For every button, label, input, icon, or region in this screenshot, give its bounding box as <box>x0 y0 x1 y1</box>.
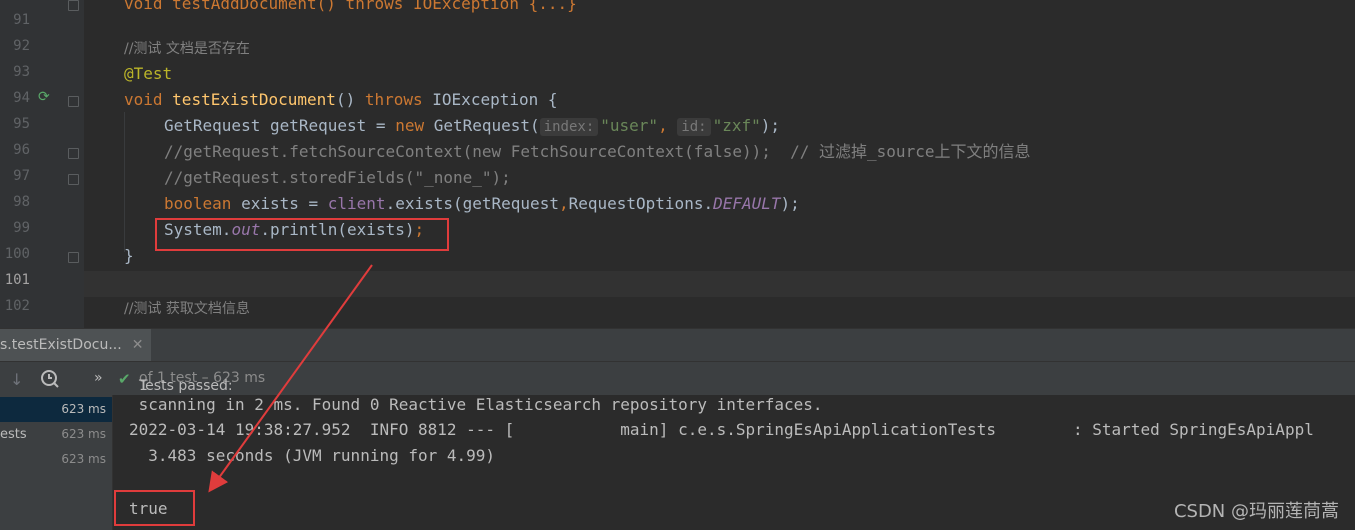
param-hint: index: <box>539 118 599 136</box>
line-number: 97 <box>13 168 30 184</box>
code-comment: //getRequest.fetchSourceContext(new Fetc… <box>164 142 1031 161</box>
fold-marker-icon[interactable] <box>68 174 79 185</box>
line-number: 93 <box>13 64 30 80</box>
line-number: 102 <box>4 298 30 314</box>
code-static-field: DEFAULT <box>713 194 781 213</box>
check-icon: ✔ <box>118 370 131 388</box>
code-token: } <box>124 246 134 265</box>
code-line-100: } <box>124 243 134 269</box>
code-token: , <box>558 194 569 213</box>
code-comment: //测试 文档是否存在 <box>124 41 250 57</box>
console-line: 2022-03-14 19:38:27.952 INFO 8812 --- [ … <box>129 420 1314 439</box>
run-toolbar: ↓ » ✔ Tests passed: 1 of 1 test – 623 ms <box>0 361 1355 396</box>
watermark: CSDN @玛丽莲茼蒿 <box>1173 501 1339 522</box>
code-token: RequestOptions. <box>568 194 714 213</box>
code-line-94: void testExistDocument() throws IOExcept… <box>124 87 558 113</box>
fold-marker-icon[interactable] <box>68 0 79 11</box>
code-line-102: //测试 获取文档信息 <box>124 295 250 321</box>
line-number: 98 <box>13 194 30 210</box>
line-number: 101 <box>4 272 30 288</box>
line-number: 92 <box>13 38 30 54</box>
code-token: void <box>124 90 163 109</box>
console-output[interactable]: scanning in 2 ms. Found 0 Reactive Elast… <box>112 395 1355 530</box>
line-number: 94 <box>13 90 30 106</box>
code-comment: //测试 获取文档信息 <box>124 301 250 317</box>
fold-marker-icon[interactable] <box>68 148 79 159</box>
code-line-93: @Test <box>124 61 172 87</box>
param-hint: id: <box>677 118 711 136</box>
code-token: , <box>658 116 678 135</box>
console-line: 3.483 seconds (JVM running for 4.99) <box>129 446 496 465</box>
code-comment: //getRequest.storedFields("_none_"); <box>164 168 511 187</box>
code-token: GetRequest getRequest = <box>164 116 396 135</box>
test-tree-row[interactable]: ests 623 ms <box>0 422 112 447</box>
code-token: boolean <box>164 194 232 213</box>
line-number: 96 <box>13 142 30 158</box>
test-tree-row[interactable]: 623 ms <box>0 397 112 422</box>
test-tree[interactable]: 623 ms ests 623 ms 623 ms <box>0 395 112 530</box>
code-token: .exists(getRequest <box>385 194 559 213</box>
code-line-90: void testAddDocument() throws IOExceptio… <box>124 0 577 17</box>
test-tree-label: ests <box>0 427 27 442</box>
code-string: "zxf" <box>712 116 761 135</box>
tests-passed-status: Tests passed: 1 of 1 test – 623 ms <box>139 370 265 394</box>
code-token: exists = <box>231 194 328 213</box>
code-token: new <box>395 116 425 135</box>
code-line-96: //getRequest.fetchSourceContext(new Fetc… <box>164 139 1030 165</box>
code-line-98: boolean exists = client.exists(getReques… <box>164 191 800 217</box>
code-line-95: GetRequest getRequest = new GetRequest(i… <box>164 113 780 139</box>
highlight-box-println <box>155 218 449 251</box>
expand-more-icon[interactable]: » <box>94 370 103 386</box>
line-number: 91 <box>13 12 30 28</box>
code-token: throws <box>364 90 423 109</box>
highlight-box-result <box>114 490 195 526</box>
code-line-97: //getRequest.storedFields("_none_"); <box>164 165 511 191</box>
test-tree-row[interactable]: 623 ms <box>0 447 112 472</box>
editor-gutter: 91 92 93 94 95 96 97 98 99 100 101 102 ⟳ <box>0 0 84 328</box>
line-number: 99 <box>13 220 30 236</box>
history-clock-icon[interactable] <box>40 369 60 393</box>
run-test-icon[interactable]: ⟳ <box>38 89 50 105</box>
console-line: scanning in 2 ms. Found 0 Reactive Elast… <box>129 395 823 414</box>
code-token: () <box>335 90 356 109</box>
line-number: 95 <box>13 116 30 132</box>
run-tab[interactable]: s.testExistDocu... ✕ <box>0 329 152 362</box>
line-number: 100 <box>4 246 30 262</box>
code-token: IOException { <box>432 90 558 109</box>
arrow-down-icon[interactable]: ↓ <box>10 370 23 389</box>
code-annotation: @Test <box>124 64 173 83</box>
run-tab-bar: s.testExistDocu... ✕ <box>0 328 1355 362</box>
test-duration: 623 ms <box>61 402 106 416</box>
code-token: ); <box>780 194 800 213</box>
method-name: testExistDocument <box>172 90 336 109</box>
tests-passed-count: 1 <box>139 378 148 394</box>
close-icon[interactable]: ✕ <box>132 337 144 353</box>
code-token: ); <box>760 116 781 135</box>
test-duration: 623 ms <box>61 427 106 441</box>
code-token: GetRequest( <box>424 116 540 135</box>
code-string: "user" <box>600 116 659 135</box>
code-line-92: //测试 文档是否存在 <box>124 35 250 61</box>
code-token: void testAddDocument() throws IOExceptio… <box>124 0 577 13</box>
run-tab-label: s.testExistDocu... <box>0 337 122 353</box>
fold-marker-icon[interactable] <box>68 96 79 107</box>
code-editor[interactable]: 91 92 93 94 95 96 97 98 99 100 101 102 ⟳… <box>0 0 1355 328</box>
current-line-highlight <box>84 271 1355 297</box>
test-duration: 623 ms <box>61 452 106 466</box>
fold-marker-icon[interactable] <box>68 252 79 263</box>
indent-guide <box>124 112 125 252</box>
tests-passed-label: Tests passed: <box>139 378 233 394</box>
code-field: client <box>327 194 386 213</box>
